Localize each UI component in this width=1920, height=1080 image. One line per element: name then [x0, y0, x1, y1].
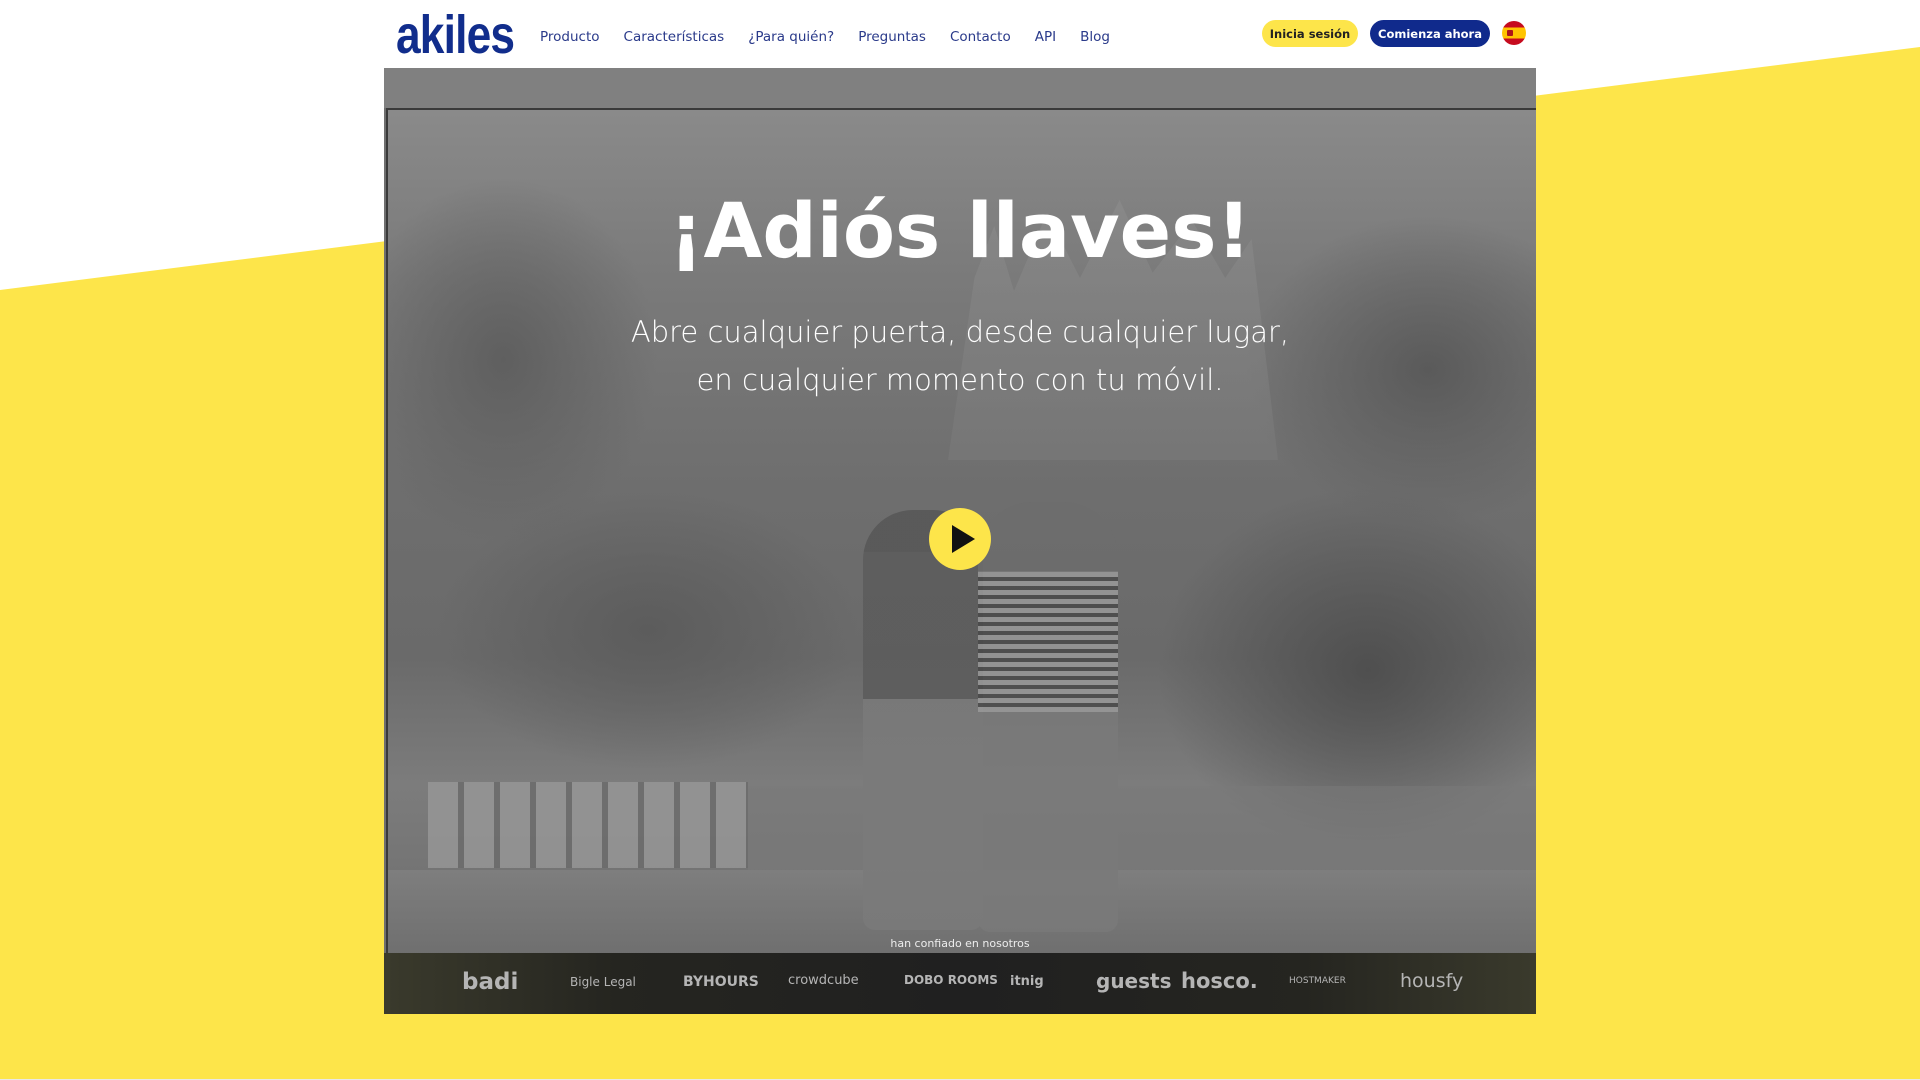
- hero-subtitle-line-2: en cualquier momento con tu móvil.: [696, 363, 1224, 397]
- person-right: [978, 502, 1118, 932]
- play-video-button[interactable]: [929, 508, 991, 570]
- client-logo-crowdcube: crowdcube: [788, 973, 859, 988]
- hero-subtitle-line-1: Abre cualquier puerta, desde cualquier l…: [630, 315, 1290, 349]
- akiles-logo[interactable]: akiles: [396, 8, 515, 62]
- clients-caption: han confiado en nosotros: [890, 937, 1030, 950]
- nav-item-blog[interactable]: Blog: [1080, 29, 1110, 45]
- hero-subtitle: Abre cualquier puerta, desde cualquier l…: [610, 308, 1310, 404]
- client-logo-itnig: itnig: [1010, 974, 1044, 989]
- spain-flag-icon[interactable]: [1502, 21, 1526, 45]
- login-button[interactable]: Inicia sesión: [1262, 20, 1358, 47]
- main-nav: Producto Características ¿Para quién? Pr…: [540, 29, 1134, 45]
- client-logo-hosco: hosco.: [1181, 969, 1258, 993]
- nav-item-caracteristicas[interactable]: Características: [624, 29, 725, 45]
- nav-item-para-quien[interactable]: ¿Para quién?: [748, 29, 834, 45]
- client-logos-strip: badi Bigle Legal BYHOURS crowdcube DOBO …: [384, 953, 1536, 1014]
- hero-title: ¡Adiós llaves!: [668, 186, 1252, 275]
- client-logo-guests: guests: [1096, 969, 1172, 993]
- client-logo-dobo-rooms: DOBO ROOMS: [904, 973, 998, 987]
- video-top-bar: [384, 68, 1536, 108]
- background-fence: [428, 782, 748, 868]
- person-left: [863, 510, 983, 930]
- hero-video: ¡Adiós llaves! Abre cualquier puerta, de…: [384, 68, 1536, 1014]
- flag-emblem: [1507, 30, 1513, 36]
- nav-item-preguntas[interactable]: Preguntas: [858, 29, 926, 45]
- nav-item-contacto[interactable]: Contacto: [950, 29, 1011, 45]
- client-logo-bigle-legal: Bigle Legal: [570, 975, 636, 989]
- site-header: akiles Producto Características ¿Para qu…: [384, 0, 1536, 68]
- client-logo-hostmaker: HOSTMAKER: [1289, 976, 1346, 986]
- play-icon: [952, 525, 975, 553]
- nav-item-producto[interactable]: Producto: [540, 29, 600, 45]
- client-logo-byhours: BYHOURS: [683, 974, 759, 990]
- client-logo-housfy: housfy: [1400, 970, 1464, 992]
- start-now-button[interactable]: Comienza ahora: [1370, 20, 1490, 47]
- client-logo-badi: badi: [462, 969, 519, 995]
- nav-item-api[interactable]: API: [1035, 29, 1056, 45]
